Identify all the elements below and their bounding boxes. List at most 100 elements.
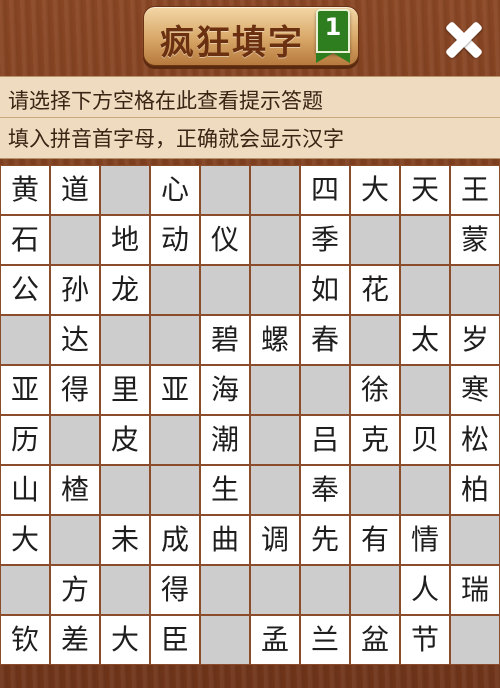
grid-cell[interactable]: 亚: [150, 365, 200, 415]
grid-cell[interactable]: 王: [450, 165, 500, 215]
grid-cell-blank[interactable]: [100, 465, 150, 515]
grid-cell[interactable]: 有: [350, 515, 400, 565]
grid-cell[interactable]: 季: [300, 215, 350, 265]
grid-cell[interactable]: 差: [50, 615, 100, 665]
grid-cell[interactable]: 皮: [100, 415, 150, 465]
grid-cell[interactable]: 地: [100, 215, 150, 265]
grid-cell[interactable]: 黄: [0, 165, 50, 215]
grid-cell-blank[interactable]: [400, 215, 450, 265]
grid-cell[interactable]: 臣: [150, 615, 200, 665]
grid-cell[interactable]: 钦: [0, 615, 50, 665]
grid-cell[interactable]: 岁: [450, 315, 500, 365]
grid-cell[interactable]: 达: [50, 315, 100, 365]
grid-cell-blank[interactable]: [100, 315, 150, 365]
grid-cell-blank[interactable]: [50, 215, 100, 265]
grid-cell-blank[interactable]: [400, 465, 450, 515]
grid-cell-blank[interactable]: [150, 315, 200, 365]
grid-cell[interactable]: 奉: [300, 465, 350, 515]
grid-cell[interactable]: 螺: [250, 315, 300, 365]
grid-cell[interactable]: 历: [0, 415, 50, 465]
grid-cell[interactable]: 山: [0, 465, 50, 515]
grid-cell[interactable]: 方: [50, 565, 100, 615]
grid-cell[interactable]: 情: [400, 515, 450, 565]
grid-cell[interactable]: 未: [100, 515, 150, 565]
grid-cell[interactable]: 大: [350, 165, 400, 215]
grid-cell[interactable]: 花: [350, 265, 400, 315]
grid-cell-blank[interactable]: [250, 165, 300, 215]
grid-cell[interactable]: 得: [150, 565, 200, 615]
grid-cell-blank[interactable]: [200, 615, 250, 665]
grid-cell-blank[interactable]: [400, 265, 450, 315]
grid-cell-blank[interactable]: [200, 165, 250, 215]
grid-cell[interactable]: 松: [450, 415, 500, 465]
grid-cell[interactable]: 心: [150, 165, 200, 215]
grid-cell-blank[interactable]: [450, 515, 500, 565]
grid-cell[interactable]: 大: [100, 615, 150, 665]
grid-cell-blank[interactable]: [450, 615, 500, 665]
grid-cell[interactable]: 蒙: [450, 215, 500, 265]
grid-cell-blank[interactable]: [50, 515, 100, 565]
grid-cell[interactable]: 龙: [100, 265, 150, 315]
grid-cell[interactable]: 兰: [300, 615, 350, 665]
grid-cell[interactable]: 柏: [450, 465, 500, 515]
grid-cell-blank[interactable]: [350, 565, 400, 615]
grid-cell-blank[interactable]: [100, 565, 150, 615]
grid-cell-blank[interactable]: [100, 165, 150, 215]
grid-cell[interactable]: 大: [0, 515, 50, 565]
grid-cell-blank[interactable]: [250, 415, 300, 465]
grid-cell[interactable]: 动: [150, 215, 200, 265]
grid-cell-blank[interactable]: [300, 565, 350, 615]
grid-cell[interactable]: 如: [300, 265, 350, 315]
grid-cell-blank[interactable]: [200, 565, 250, 615]
grid-cell[interactable]: 成: [150, 515, 200, 565]
grid-cell[interactable]: 潮: [200, 415, 250, 465]
grid-cell[interactable]: 吕: [300, 415, 350, 465]
grid-cell-blank[interactable]: [350, 215, 400, 265]
grid-cell[interactable]: 海: [200, 365, 250, 415]
grid-cell[interactable]: 公: [0, 265, 50, 315]
grid-cell-blank[interactable]: [150, 465, 200, 515]
grid-cell-blank[interactable]: [250, 565, 300, 615]
grid-cell[interactable]: 节: [400, 615, 450, 665]
grid-cell-blank[interactable]: [0, 315, 50, 365]
grid-cell-blank[interactable]: [350, 465, 400, 515]
grid-cell[interactable]: 四: [300, 165, 350, 215]
grid-cell[interactable]: 盆: [350, 615, 400, 665]
grid-cell[interactable]: 道: [50, 165, 100, 215]
grid-cell[interactable]: 里: [100, 365, 150, 415]
grid-cell[interactable]: 楂: [50, 465, 100, 515]
grid-cell-blank[interactable]: [250, 215, 300, 265]
grid-cell-blank[interactable]: [200, 265, 250, 315]
grid-cell-blank[interactable]: [150, 265, 200, 315]
grid-cell-blank[interactable]: [300, 365, 350, 415]
grid-cell[interactable]: 碧: [200, 315, 250, 365]
grid-cell[interactable]: 仪: [200, 215, 250, 265]
grid-cell[interactable]: 克: [350, 415, 400, 465]
grid-cell[interactable]: 徐: [350, 365, 400, 415]
grid-cell-blank[interactable]: [450, 265, 500, 315]
grid-cell[interactable]: 寒: [450, 365, 500, 415]
grid-cell[interactable]: 孙: [50, 265, 100, 315]
grid-cell-blank[interactable]: [50, 415, 100, 465]
grid-cell-blank[interactable]: [250, 265, 300, 315]
grid-cell[interactable]: 石: [0, 215, 50, 265]
grid-cell-blank[interactable]: [0, 565, 50, 615]
grid-cell[interactable]: 先: [300, 515, 350, 565]
grid-cell-blank[interactable]: [250, 365, 300, 415]
grid-cell[interactable]: 得: [50, 365, 100, 415]
grid-cell[interactable]: 人: [400, 565, 450, 615]
grid-cell[interactable]: 春: [300, 315, 350, 365]
grid-cell[interactable]: 调: [250, 515, 300, 565]
grid-cell[interactable]: 瑞: [450, 565, 500, 615]
grid-cell[interactable]: 生: [200, 465, 250, 515]
grid-cell-blank[interactable]: [350, 315, 400, 365]
grid-cell[interactable]: 太: [400, 315, 450, 365]
grid-cell[interactable]: 贝: [400, 415, 450, 465]
grid-cell[interactable]: 天: [400, 165, 450, 215]
grid-cell[interactable]: 孟: [250, 615, 300, 665]
grid-cell-blank[interactable]: [150, 415, 200, 465]
close-button[interactable]: [440, 16, 488, 64]
grid-cell[interactable]: 曲: [200, 515, 250, 565]
grid-cell-blank[interactable]: [400, 365, 450, 415]
grid-cell-blank[interactable]: [250, 465, 300, 515]
